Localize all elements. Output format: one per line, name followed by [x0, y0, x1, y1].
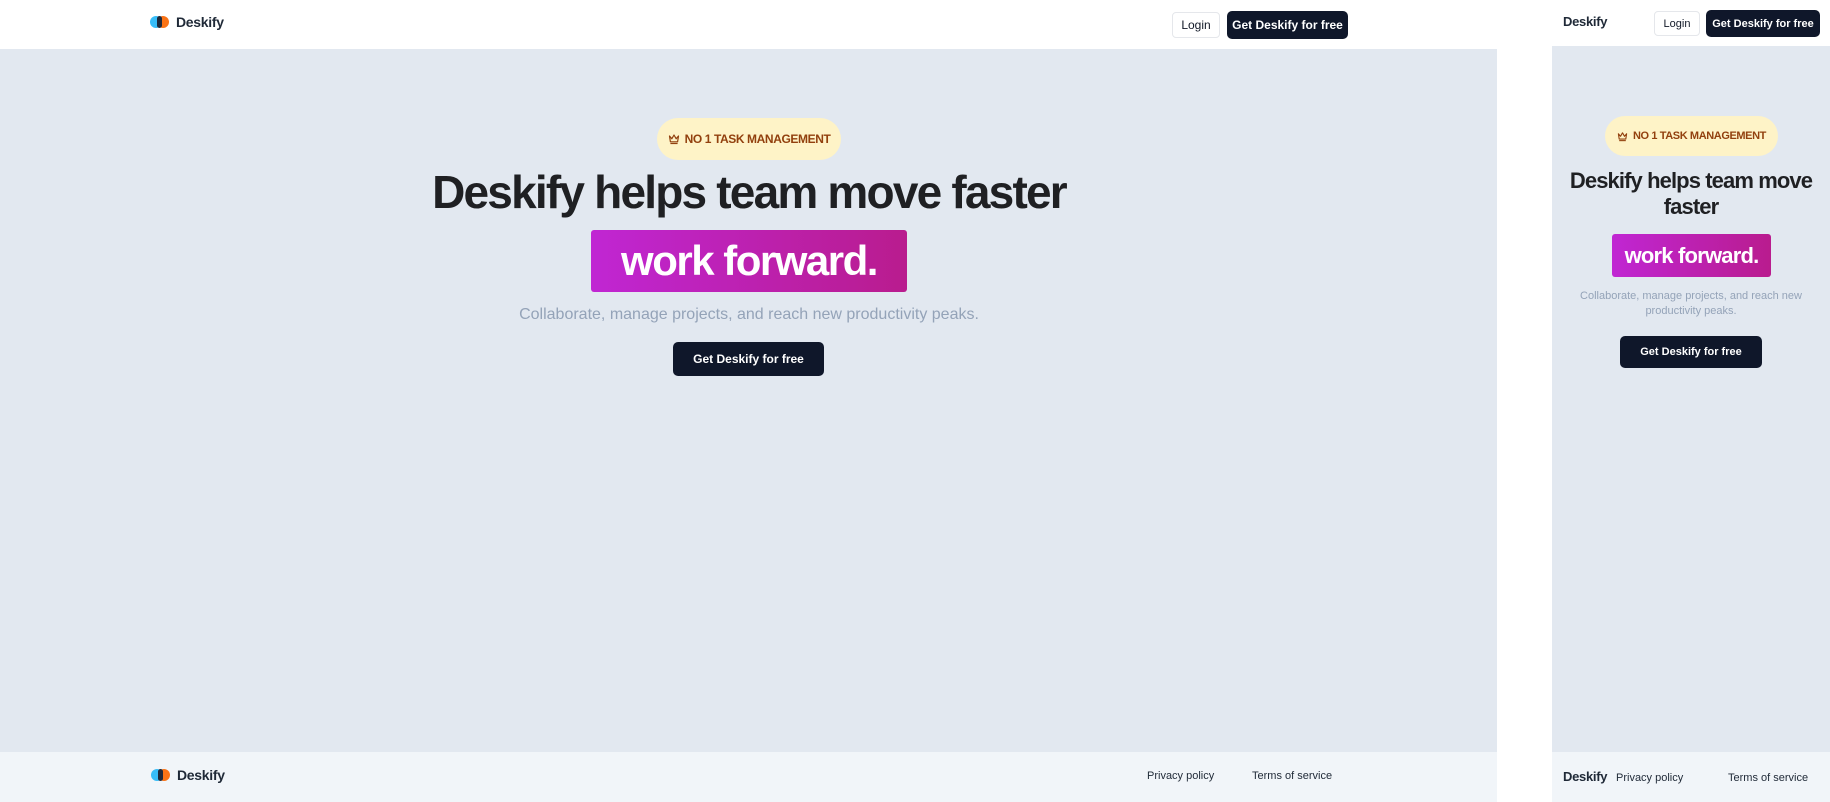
footer-logo-icon — [151, 769, 171, 781]
mobile-footer-brand-name[interactable]: Deskify — [1563, 769, 1607, 784]
mobile-get-deskify-hero-button[interactable]: Get Deskify for free — [1620, 336, 1762, 368]
hero-highlight: work forward. — [591, 230, 907, 292]
mobile-hero-subtitle: Collaborate, manage projects, and reach … — [1580, 290, 1802, 317]
hero-title: Deskify helps team move faster — [432, 166, 1068, 218]
mobile-login-button[interactable]: Login — [1654, 11, 1700, 36]
brand-logo[interactable]: Deskify — [150, 14, 224, 30]
mobile-footer: Deskify Privacy policy Terms of service — [1552, 752, 1830, 802]
mobile-hero-highlight: work forward. — [1612, 234, 1771, 277]
badge-label: NO 1 TASK MANAGEMENT — [684, 132, 831, 146]
mobile-badge-label: NO 1 TASK MANAGEMENT — [1633, 130, 1766, 142]
mobile-privacy-policy-link[interactable]: Privacy policy — [1616, 772, 1683, 784]
get-deskify-hero-button[interactable]: Get Deskify for free — [673, 342, 824, 376]
mobile-get-deskify-header-button[interactable]: Get Deskify for free — [1706, 10, 1820, 37]
mobile-brand-name[interactable]: Deskify — [1563, 14, 1607, 29]
crown-icon — [668, 133, 680, 145]
mobile-crown-icon — [1617, 131, 1628, 142]
brand-name: Deskify — [176, 14, 224, 30]
mobile-badge-no1: NO 1 TASK MANAGEMENT — [1605, 116, 1778, 156]
terms-of-service-link[interactable]: Terms of service — [1252, 770, 1332, 782]
hero-subtitle: Collaborate, manage projects, and reach … — [519, 306, 979, 323]
privacy-policy-link[interactable]: Privacy policy — [1147, 770, 1214, 782]
site-footer: Deskify Privacy policy Terms of service — [0, 752, 1497, 802]
get-deskify-header-button[interactable]: Get Deskify for free — [1227, 11, 1348, 39]
footer-brand-name: Deskify — [177, 767, 225, 783]
desktop-preview: Deskify Login Get Deskify for free NO 1 … — [0, 0, 1497, 802]
logo-icon — [150, 16, 170, 28]
badge-no1: NO 1 TASK MANAGEMENT — [657, 118, 841, 160]
mobile-preview: Deskify Login Get Deskify for free NO 1 … — [1552, 0, 1830, 802]
mobile-hero-title: Deskify helps team move faster — [1569, 168, 1813, 219]
mobile-terms-of-service-link[interactable]: Terms of service — [1728, 772, 1808, 784]
footer-brand-logo[interactable]: Deskify — [151, 767, 225, 783]
login-button[interactable]: Login — [1172, 12, 1220, 38]
site-header: Deskify Login Get Deskify for free — [0, 0, 1497, 50]
mobile-header: Deskify Login Get Deskify for free — [1552, 0, 1830, 46]
